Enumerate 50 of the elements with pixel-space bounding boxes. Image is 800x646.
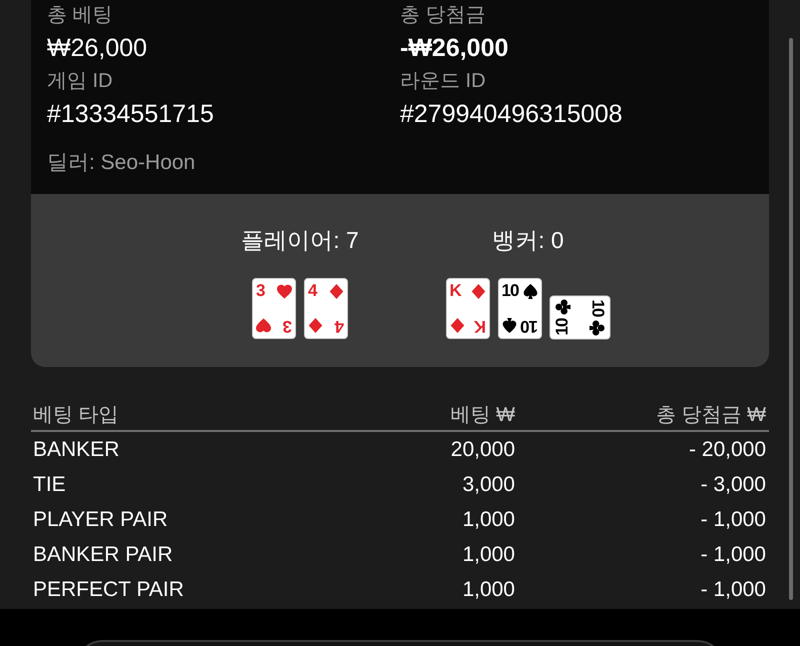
hand-score: 뱅커: 0	[492, 226, 564, 255]
club-icon	[555, 299, 570, 314]
scrollbar-thumb[interactable]	[789, 38, 793, 600]
card-rank: K	[474, 317, 486, 335]
table-cell-text: - 20,000	[688, 437, 767, 463]
card-rank: 4	[308, 282, 316, 300]
card-rank: 3	[284, 317, 292, 335]
card-rank: 10	[502, 282, 518, 300]
table-cell-text: TIE	[32, 472, 67, 498]
field-label: 게임 ID	[47, 69, 114, 94]
heart-icon	[256, 318, 271, 334]
diamond-icon	[329, 284, 344, 298]
table-cell-text: - 1,000	[700, 507, 767, 533]
spade-icon	[522, 284, 538, 298]
table-cell-text: PERFECT PAIR	[32, 577, 185, 603]
spade-icon	[502, 318, 516, 334]
diamond-icon	[308, 318, 323, 334]
field-label: 총 당첨금	[400, 3, 487, 28]
card-rank: 10	[554, 318, 572, 335]
table-cell-text: - 1,000	[700, 577, 767, 603]
table-cell-text: 1,000	[461, 542, 515, 568]
table-cell-text: 20,000	[450, 437, 515, 463]
card-rank: 3	[256, 282, 264, 300]
field-label: 라운드 ID	[400, 69, 487, 94]
card-rank: 10	[588, 299, 606, 316]
table-cell-text: BANKER PAIR	[32, 542, 174, 568]
hand-score: 플레이어: 7	[241, 226, 359, 255]
field-value: #13334551715	[47, 99, 215, 130]
table-cell-text: - 1,000	[700, 542, 767, 568]
table-cell-text: BANKER	[32, 437, 120, 463]
column-header: 베팅 ₩	[450, 403, 515, 428]
card-rank: 4	[336, 317, 344, 335]
column-header: 베팅 타입	[32, 403, 120, 428]
dealer-name: 딜러: Seo-Hoon	[47, 151, 196, 174]
heart-icon	[277, 284, 292, 298]
table-cell-text: 1,000	[461, 577, 515, 603]
field-value: -₩26,000	[400, 33, 510, 64]
diamond-icon	[470, 284, 486, 298]
table-cell-text: 1,000	[461, 507, 515, 533]
field-label: 총 베팅	[47, 3, 114, 28]
field-value: ₩26,000	[47, 33, 148, 64]
column-header: 총 당첨금 ₩	[655, 403, 767, 428]
table-cell-text: 3,000	[461, 472, 515, 498]
field-value: #279940496315008	[400, 99, 624, 130]
table-cell-text: - 3,000	[700, 472, 767, 498]
card-rank: K	[450, 282, 461, 300]
card-rank: 10	[520, 317, 538, 335]
table-cell-text: PLAYER PAIR	[32, 507, 169, 533]
diamond-icon	[450, 318, 464, 334]
club-icon	[590, 320, 605, 335]
